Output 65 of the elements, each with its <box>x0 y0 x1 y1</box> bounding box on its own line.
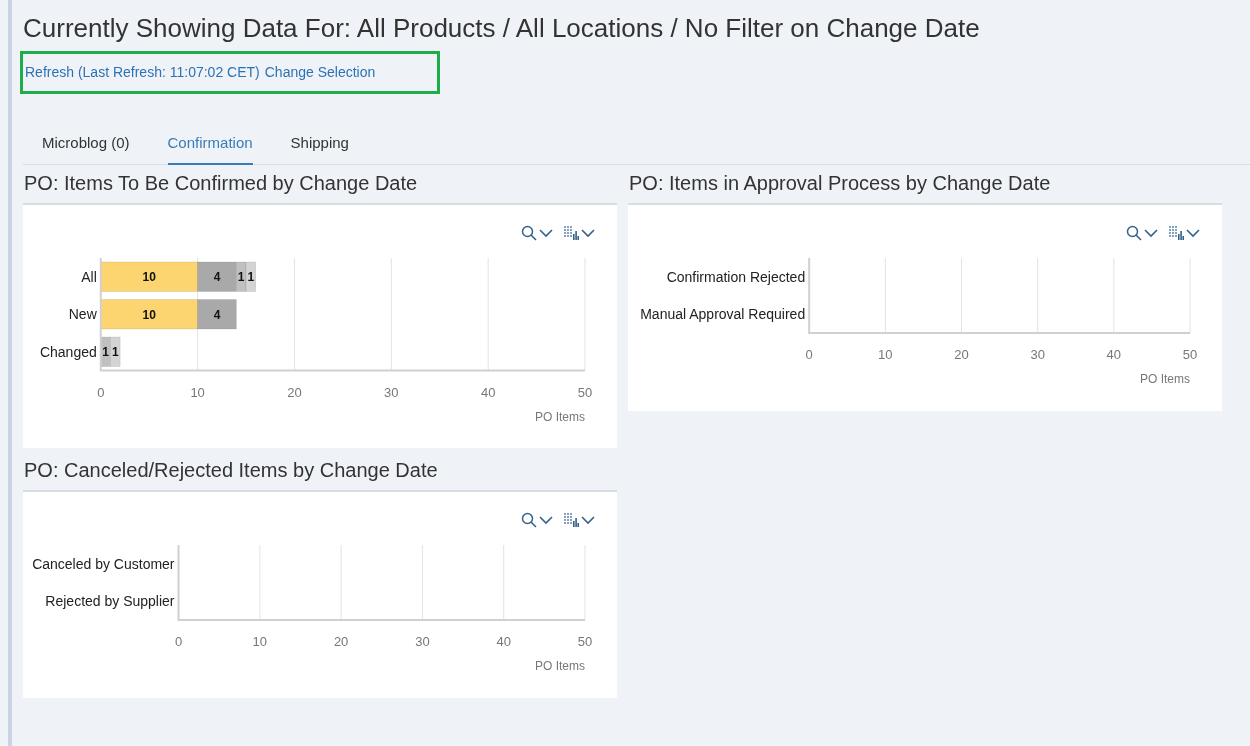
data-label: 1 <box>237 269 245 284</box>
search-icon <box>521 224 537 241</box>
tick-label: 30 <box>415 634 430 649</box>
chart-title: PO: Canceled/Rejected Items by Change Date <box>23 458 438 483</box>
category-label: Manual Approval Required <box>640 305 806 322</box>
tick-label: 30 <box>1030 346 1045 362</box>
bar-segment <box>110 336 121 367</box>
tab[interactable]: Confirmation <box>167 132 253 165</box>
link[interactable]: Refresh (Last Refresh: 11:07:02 CET) <box>25 62 260 83</box>
chart-title: PO: Items To Be Confirmed by Change Date <box>23 170 418 196</box>
tick-label: 50 <box>1182 346 1198 362</box>
category-label: Rejected by Supplier <box>45 593 175 610</box>
tick-label: 10 <box>190 384 205 399</box>
search-icon <box>521 512 537 528</box>
category-label: All <box>81 268 97 285</box>
zoom-menu-button[interactable] <box>521 224 553 241</box>
data-label: 1 <box>111 344 119 359</box>
category-label: Changed <box>39 343 97 360</box>
caret-icon <box>581 227 595 238</box>
bar-segment <box>245 261 256 292</box>
page-title: Currently Showing Data For: All Products / All Locations / No Filter on Change Date <box>23 12 980 44</box>
zoom-menu-button[interactable] <box>1126 224 1158 241</box>
tab[interactable]: Microblog (0) <box>42 132 130 165</box>
tick-label: 20 <box>287 384 302 399</box>
tick-label: 0 <box>805 346 813 362</box>
chart-grid-icon <box>563 224 579 241</box>
caret-icon <box>539 227 553 238</box>
tick-label: 10 <box>878 346 893 362</box>
tick-label: 20 <box>333 634 349 649</box>
caret-icon <box>539 515 553 525</box>
chart-type-button[interactable] <box>563 224 595 241</box>
data-label: 1 <box>247 269 255 284</box>
tab[interactable]: Shipping <box>290 132 349 165</box>
tick-label: 10 <box>252 634 268 649</box>
axis-title: PO Items <box>535 659 585 673</box>
tick-label: 30 <box>384 384 399 399</box>
search-icon <box>1126 224 1142 241</box>
axis-title: PO Items <box>535 409 585 423</box>
zoom-menu-button[interactable] <box>521 512 553 528</box>
data-label: 4 <box>213 269 221 284</box>
tick-label: 20 <box>954 346 969 362</box>
tick-label: 0 <box>97 384 105 399</box>
chart-type-button[interactable] <box>563 512 595 528</box>
data-label: 10 <box>142 269 156 284</box>
tick-label: 40 <box>1106 346 1122 362</box>
tick-label: 40 <box>496 634 511 649</box>
tick-label: 50 <box>577 634 593 649</box>
chart-grid-icon <box>563 512 579 528</box>
chart-title: PO: Items in Approval Process by Change Date <box>628 170 1051 196</box>
data-label: 4 <box>213 307 221 322</box>
caret-icon <box>581 515 595 525</box>
axis-title: PO Items <box>1140 371 1190 386</box>
category-label: Confirmation Rejected <box>666 268 806 285</box>
tick-label: 40 <box>480 384 496 399</box>
tick-label: 50 <box>577 384 593 399</box>
data-label: 1 <box>102 344 109 359</box>
chart-type-button[interactable] <box>1168 224 1200 241</box>
tick-label: 0 <box>174 634 183 649</box>
caret-icon <box>1186 227 1200 238</box>
link[interactable]: Change Selection <box>264 62 376 83</box>
category-label: New <box>68 305 97 322</box>
caret-icon <box>1144 227 1158 238</box>
chart-grid-icon <box>1168 224 1184 241</box>
data-label: 10 <box>142 307 156 322</box>
category-label: Canceled by Customer <box>32 555 175 572</box>
